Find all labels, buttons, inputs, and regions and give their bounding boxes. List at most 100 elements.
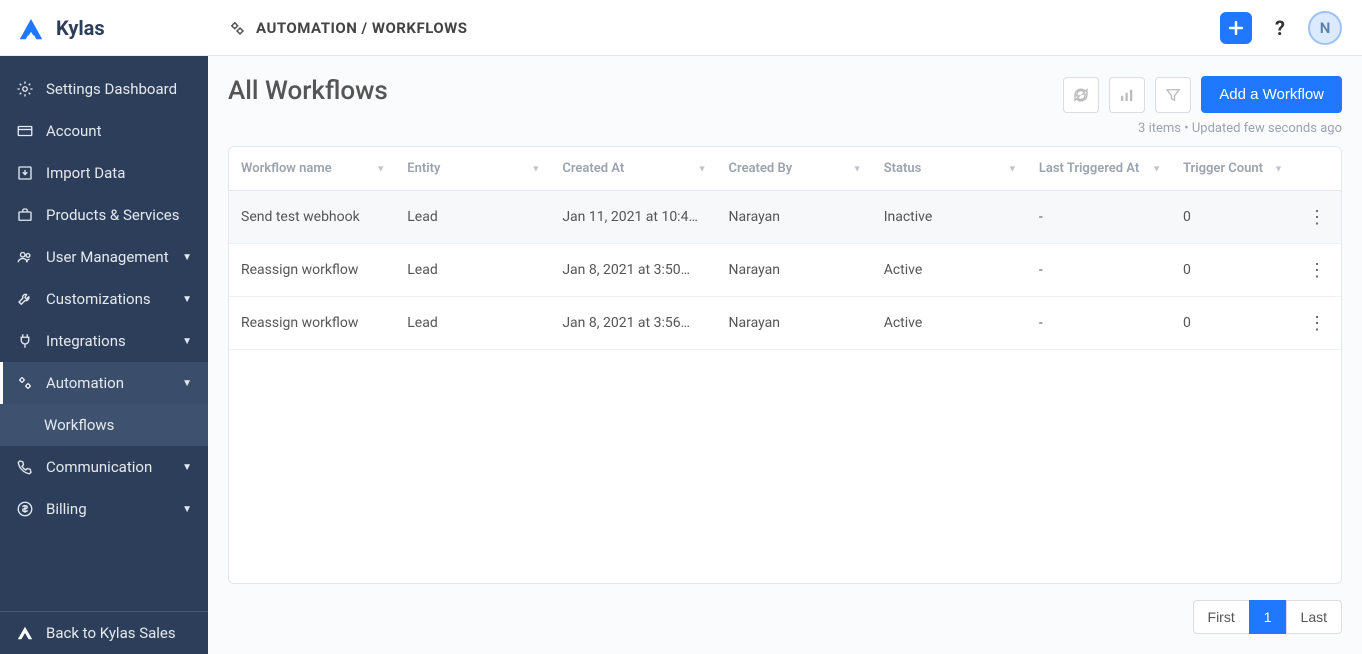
refresh-button[interactable] bbox=[1063, 77, 1099, 113]
cell-created-by: Narayan bbox=[717, 297, 872, 350]
col-header[interactable]: Last Triggered At ▼ bbox=[1027, 147, 1171, 191]
users-icon bbox=[16, 248, 34, 266]
col-header-label: Created At bbox=[562, 161, 624, 176]
cell-actions: ⋮ bbox=[1293, 191, 1341, 244]
content: All Workflows Add a Workflow 3 items bbox=[208, 56, 1362, 654]
breadcrumb-text: AUTOMATION / WORKFLOWS bbox=[256, 19, 468, 37]
cell-last-triggered: - bbox=[1027, 191, 1171, 244]
sort-icon: ▼ bbox=[1152, 163, 1161, 174]
col-header-label: Entity bbox=[407, 161, 440, 176]
cell-trigger-count: 0 bbox=[1171, 244, 1293, 297]
logo[interactable]: Kylas bbox=[0, 0, 208, 56]
sidebar-item-automation[interactable]: Automation▼ bbox=[0, 362, 208, 404]
dollar-icon bbox=[16, 500, 34, 518]
plug-icon bbox=[16, 332, 34, 350]
sidebar-item-products-services[interactable]: Products & Services bbox=[0, 194, 208, 236]
col-header[interactable]: Status ▼ bbox=[872, 147, 1027, 191]
sidebar-item-user-management[interactable]: User Management ▼ bbox=[0, 236, 208, 278]
workflows-table: Workflow name▼Entity▼Created At▼Created … bbox=[228, 146, 1342, 584]
cell-name: Send test webhook bbox=[229, 191, 395, 244]
sidebar-item-account[interactable]: Account bbox=[0, 110, 208, 152]
cell-actions: ⋮ bbox=[1293, 297, 1341, 350]
brand-name: Kylas bbox=[56, 16, 105, 40]
sidebar-item-communication[interactable]: Communication▼ bbox=[0, 446, 208, 488]
col-header-label: Last Triggered At bbox=[1039, 161, 1139, 176]
cell-entity: Lead bbox=[395, 297, 550, 350]
cell-name: Reassign workflow bbox=[229, 297, 395, 350]
sidebar-item-integrations[interactable]: Integrations▼ bbox=[0, 320, 208, 362]
phone-icon bbox=[16, 458, 34, 476]
topbar: AUTOMATION / WORKFLOWS ? N bbox=[208, 0, 1362, 56]
add-workflow-button[interactable]: Add a Workflow bbox=[1201, 76, 1342, 113]
avatar-initial: N bbox=[1320, 19, 1331, 37]
help-button[interactable]: ? bbox=[1264, 12, 1296, 44]
gears-icon bbox=[228, 19, 246, 37]
sidebar-item-label: Account bbox=[46, 122, 192, 140]
sidebar-item-customizations[interactable]: Customizations ▼ bbox=[0, 278, 208, 320]
table-row[interactable]: Reassign workflowLeadJan 8, 2021 at 3:50… bbox=[229, 244, 1341, 297]
col-actions bbox=[1293, 147, 1341, 191]
logo-small-icon bbox=[16, 624, 34, 642]
sort-icon: ▼ bbox=[376, 163, 385, 174]
sidebar-item-label: Integrations bbox=[46, 332, 170, 350]
cell-trigger-count: 0 bbox=[1171, 191, 1293, 244]
cell-entity: Lead bbox=[395, 244, 550, 297]
sidebar-item-label: Billing bbox=[46, 500, 170, 518]
col-header-label: Workflow name bbox=[241, 161, 332, 176]
col-header-label: Status bbox=[884, 161, 922, 176]
refresh-icon bbox=[1072, 86, 1090, 104]
briefcase-icon bbox=[16, 206, 34, 224]
col-header[interactable]: Created At ▼ bbox=[550, 147, 716, 191]
status-updated: Updated few seconds ago bbox=[1192, 121, 1342, 136]
cell-last-triggered: - bbox=[1027, 244, 1171, 297]
sort-icon: ▼ bbox=[698, 163, 707, 174]
more-button[interactable]: ⋮ bbox=[1305, 311, 1329, 335]
sidebar: Kylas Settings Dashboard Account Import Da… bbox=[0, 0, 208, 654]
sidebar-item-label: Products & Services bbox=[46, 206, 192, 224]
avatar[interactable]: N bbox=[1308, 11, 1342, 45]
stats-button[interactable] bbox=[1109, 77, 1145, 113]
more-button[interactable]: ⋮ bbox=[1305, 258, 1329, 282]
col-header[interactable]: Entity ▼ bbox=[395, 147, 550, 191]
sidebar-item-settings-dashboard[interactable]: Settings Dashboard bbox=[0, 68, 208, 110]
filter-button[interactable] bbox=[1155, 77, 1191, 113]
col-header[interactable]: Workflow name ▼ bbox=[229, 147, 395, 191]
card-icon bbox=[16, 122, 34, 140]
sidebar-item-label: User Management bbox=[46, 248, 170, 266]
more-button[interactable]: ⋮ bbox=[1305, 205, 1329, 229]
page-title: All Workflows bbox=[228, 76, 388, 106]
sort-icon: ▼ bbox=[531, 163, 540, 174]
sort-icon: ▼ bbox=[1008, 163, 1017, 174]
cell-entity: Lead bbox=[395, 191, 550, 244]
cell-created-at: Jan 8, 2021 at 3:56… bbox=[550, 297, 716, 350]
col-header[interactable]: Created By▼ bbox=[717, 147, 872, 191]
cell-name: Reassign workflow bbox=[229, 244, 395, 297]
table-row[interactable]: Reassign workflowLeadJan 8, 2021 at 3:56… bbox=[229, 297, 1341, 350]
page-last[interactable]: Last bbox=[1286, 600, 1342, 634]
cell-created-at: Jan 11, 2021 at 10:4… bbox=[550, 191, 716, 244]
add-button[interactable] bbox=[1220, 12, 1252, 44]
cell-created-at: Jan 8, 2021 at 3:50… bbox=[550, 244, 716, 297]
wrench-icon bbox=[16, 290, 34, 308]
sidebar-item-billing[interactable]: Billing▼ bbox=[0, 488, 208, 530]
sidebar-item-import-data[interactable]: Import Data bbox=[0, 152, 208, 194]
breadcrumb: AUTOMATION / WORKFLOWS bbox=[228, 19, 468, 37]
page-first[interactable]: First bbox=[1193, 600, 1250, 634]
pagination: First 1 Last bbox=[228, 584, 1342, 634]
chevron-down-icon: ▼ bbox=[182, 252, 192, 263]
chevron-down-icon: ▼ bbox=[182, 294, 192, 305]
col-header-label: Created By bbox=[729, 161, 793, 176]
cell-status: Inactive bbox=[872, 191, 1027, 244]
sidebar-sub-workflows[interactable]: Workflows bbox=[0, 404, 208, 446]
sidebar-item-label: Customizations bbox=[46, 290, 170, 308]
table-row[interactable]: Send test webhookLeadJan 11, 2021 at 10:… bbox=[229, 191, 1341, 244]
col-header[interactable]: Trigger Count▼ bbox=[1171, 147, 1293, 191]
sidebar-back-to-sales[interactable]: Back to Kylas Sales bbox=[0, 612, 208, 654]
sort-icon: ▼ bbox=[1274, 163, 1283, 174]
page-current[interactable]: 1 bbox=[1249, 600, 1287, 634]
logo-icon bbox=[16, 13, 46, 43]
status-line: 3 items • Updated few seconds ago bbox=[228, 121, 1342, 136]
sidebar-footer-label: Back to Kylas Sales bbox=[46, 624, 192, 642]
cell-created-by: Narayan bbox=[717, 244, 872, 297]
sidebar-item-label: Import Data bbox=[46, 164, 192, 182]
